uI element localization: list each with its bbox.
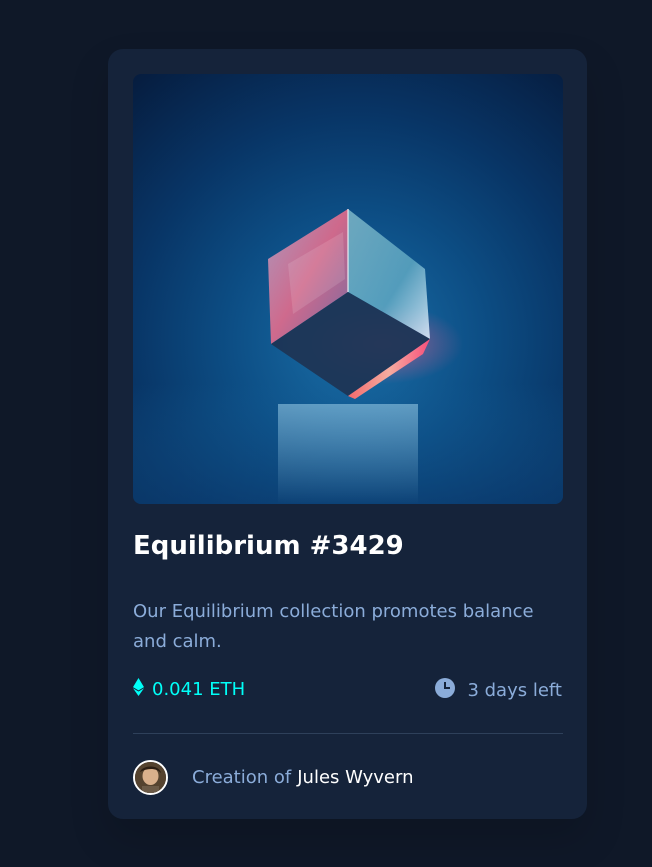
nft-description: Our Equilibrium collection promotes bala… [133,601,534,652]
creator-prefix: Creation of [192,767,292,788]
nft-title[interactable]: Equilibrium #3429 [133,531,404,561]
time-info: 3 days left [435,678,562,703]
time-remaining: 3 days left [467,680,562,701]
nft-image[interactable] [133,74,563,504]
divider [133,733,563,734]
creator-info: Creation of Jules Wyvern [133,760,413,795]
nft-preview-card: Equilibrium #3429 Our Equilibrium collec… [108,49,587,819]
creator-name-link[interactable]: Jules Wyvern [297,767,413,788]
price-value: 0.041 ETH [152,679,246,700]
ethereum-icon [133,678,144,701]
price-info: 0.041 ETH [133,678,245,701]
crystal-cube-image [133,209,563,504]
clock-icon [435,678,456,703]
avatar-icon [133,760,168,795]
